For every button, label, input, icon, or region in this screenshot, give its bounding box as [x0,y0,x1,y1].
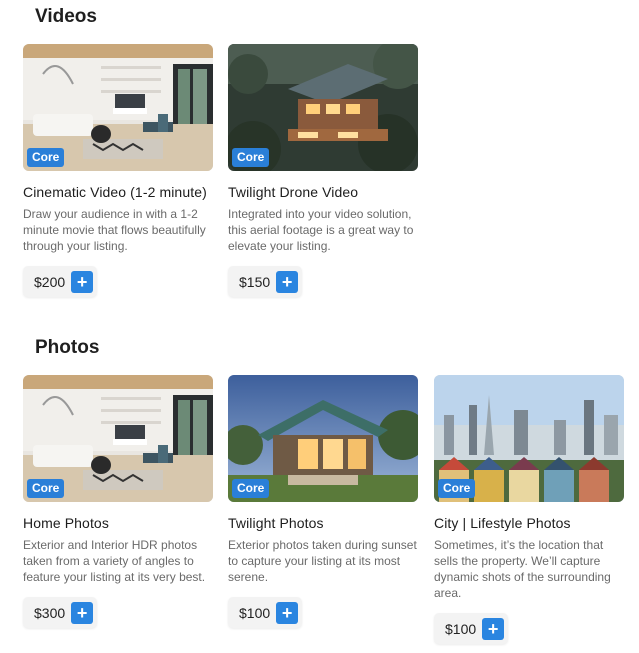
service-card-twilight-drone-video[interactable]: Core Twilight Drone Video Integrated int… [228,44,418,297]
card-description: Exterior and Interior HDR photos taken f… [23,538,206,584]
price-label: $150 [239,273,271,290]
card-description: Exterior photos taken during sunset to c… [228,538,417,584]
add-button[interactable]: + [71,270,94,293]
card-title: City | Lifestyle Photos [434,515,571,531]
card-title: Twilight Drone Video [228,184,359,200]
price-label: $200 [34,273,66,290]
core-badge: Core [27,479,65,498]
core-badge: Core [27,148,65,167]
price-label: $100 [445,620,477,637]
add-button[interactable]: + [482,617,505,640]
service-card-twilight-photos[interactable]: Core Twilight Photos Exterior photos tak… [228,375,418,628]
twilight-house-thumbnail[interactable]: Core [228,375,418,502]
drone-house-thumbnail[interactable]: Core [228,44,418,171]
price-pill: $150 + [228,266,303,297]
add-button[interactable]: + [276,601,299,624]
service-card-cinematic-video[interactable]: Core Cinematic Video (1-2 minute) Draw y… [23,44,213,297]
card-title: Home Photos [23,515,109,531]
city-skyline-thumbnail[interactable]: Core [434,375,624,502]
service-card-home-photos[interactable]: Core Home Photos Exterior and Interior H… [23,375,213,628]
price-pill: $100 + [228,597,303,628]
price-pill: $200 + [23,266,98,297]
core-badge: Core [232,479,270,498]
section-title-videos: Videos [35,6,97,27]
add-button[interactable]: + [276,270,299,293]
add-button[interactable]: + [71,601,94,624]
card-title: Cinematic Video (1-2 minute) [23,184,207,200]
living-room-thumbnail[interactable]: Core [23,44,213,171]
core-badge: Core [232,148,270,167]
home-interior-thumbnail[interactable]: Core [23,375,213,502]
card-title: Twilight Photos [228,515,324,531]
price-pill: $100 + [434,613,509,644]
price-pill: $300 + [23,597,98,628]
price-label: $100 [239,604,271,621]
section-title-photos: Photos [35,337,100,358]
price-label: $300 [34,604,66,621]
service-card-city-lifestyle-photos[interactable]: Core City | Lifestyle Photos Sometimes, … [434,375,624,644]
card-description: Sometimes, it’s the location that sells … [434,538,611,600]
card-description: Integrated into your video solution, thi… [228,207,414,253]
card-description: Draw your audience in with a 1-2 minute … [23,207,206,253]
core-badge: Core [438,479,476,498]
